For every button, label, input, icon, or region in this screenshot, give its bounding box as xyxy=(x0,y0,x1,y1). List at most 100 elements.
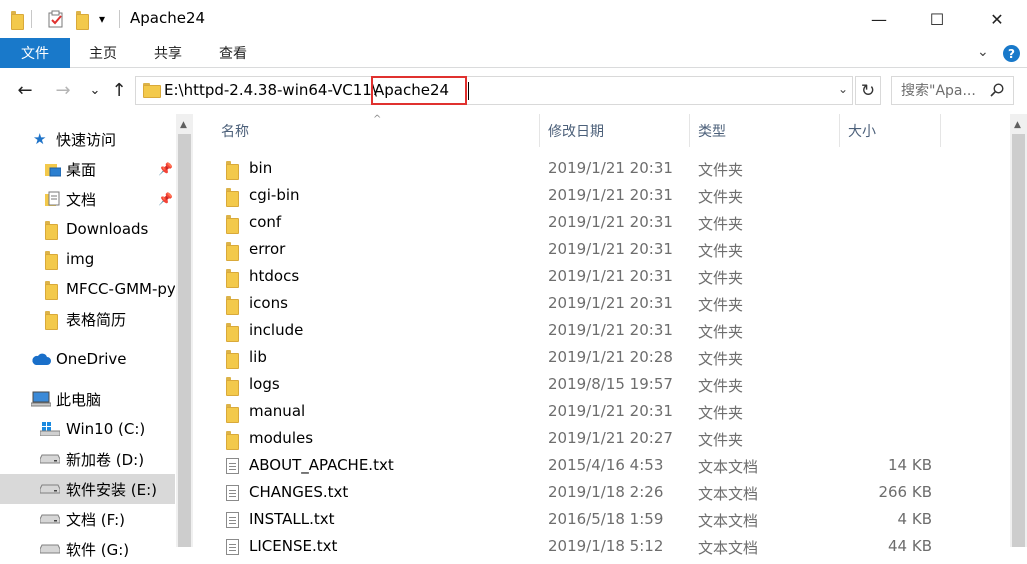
scroll-up-icon[interactable]: ▲ xyxy=(180,120,187,130)
file-name: modules xyxy=(249,429,314,447)
column-header-size[interactable]: 大小 xyxy=(848,114,938,147)
file-type: 文件夹 xyxy=(698,431,744,449)
column-divider[interactable] xyxy=(940,114,941,147)
address-dropdown-icon[interactable]: ⌄ xyxy=(838,82,848,96)
table-row[interactable]: bin 2019/1/21 20:31 文件夹 xyxy=(193,155,1027,182)
ribbon-expand-button[interactable]: ⌄ xyxy=(977,44,989,60)
text-file-icon xyxy=(226,512,239,528)
file-list-scrollbar[interactable]: ▲ xyxy=(1010,114,1027,547)
ribbon-tabs: 文件 主页 共享 查看 ⌄ ? xyxy=(0,38,1027,68)
sidebar-item-drive-e[interactable]: 软件安装 (E:) xyxy=(0,474,175,504)
sidebar-item-downloads[interactable]: Downloads xyxy=(0,214,175,244)
folder-icon xyxy=(45,220,58,240)
sidebar-item-img[interactable]: img xyxy=(0,244,175,274)
minimize-button[interactable]: — xyxy=(856,0,902,38)
file-type: 文件夹 xyxy=(698,242,744,260)
properties-icon[interactable] xyxy=(48,9,64,29)
table-row[interactable]: error 2019/1/21 20:31 文件夹 xyxy=(193,236,1027,263)
file-type: 文本文档 xyxy=(698,458,759,476)
address-selection-highlight[interactable]: Apache24 xyxy=(371,76,467,105)
scrollbar-thumb[interactable] xyxy=(1012,134,1025,547)
sidebar-item-label: 软件 (G:) xyxy=(66,540,130,559)
table-row[interactable]: cgi-bin 2019/1/21 20:31 文件夹 xyxy=(193,182,1027,209)
sidebar-item-drive-f[interactable]: 文档 (F:) xyxy=(0,504,175,534)
file-date: 2019/1/21 20:31 xyxy=(548,213,673,231)
sidebar-item-label: 软件安装 (E:) xyxy=(66,480,158,499)
sidebar-item-label: img xyxy=(66,250,95,268)
tab-home[interactable]: 主页 xyxy=(74,38,132,68)
table-row[interactable]: CHANGES.txt 2019/1/18 2:26 文本文档 266 KB xyxy=(193,479,1027,506)
search-icon[interactable] xyxy=(990,83,1004,97)
refresh-button[interactable]: ↻ xyxy=(855,76,881,105)
scroll-up-icon[interactable]: ▲ xyxy=(1014,120,1021,130)
column-header-type[interactable]: 类型 xyxy=(698,114,838,147)
file-size: 14 KB xyxy=(888,456,932,474)
back-button[interactable]: ← xyxy=(14,79,36,101)
text-file-icon xyxy=(226,458,239,474)
file-type: 文件夹 xyxy=(698,404,744,422)
sidebar-item-mfcc[interactable]: MFCC-GMM-py xyxy=(0,274,175,304)
text-file-icon xyxy=(226,485,239,501)
sidebar-item-label: 此电脑 xyxy=(56,390,102,409)
help-icon[interactable]: ? xyxy=(1003,45,1020,62)
title-divider xyxy=(31,10,32,28)
column-header-name[interactable]: 名称 xyxy=(221,114,539,147)
column-header-date[interactable]: 修改日期 xyxy=(548,114,688,147)
table-row[interactable]: manual 2019/1/21 20:31 文件夹 xyxy=(193,398,1027,425)
file-type: 文件夹 xyxy=(698,188,744,206)
sidebar-item-onedrive[interactable]: OneDrive xyxy=(0,344,175,374)
title-divider-2 xyxy=(119,10,120,28)
maximize-button[interactable]: ☐ xyxy=(914,0,960,38)
folder-icon xyxy=(45,280,58,300)
address-bar[interactable]: E:\httpd-2.4.38-win64-VC11\ Apache24 ⌄ xyxy=(135,76,853,105)
new-folder-icon[interactable] xyxy=(76,9,89,30)
search-input[interactable] xyxy=(892,77,988,104)
sidebar-item-resume[interactable]: 表格简历 xyxy=(0,304,175,334)
address-path-prefix[interactable]: E:\httpd-2.4.38-win64-VC11\ xyxy=(164,81,377,99)
tab-file[interactable]: 文件 xyxy=(0,38,70,68)
table-row[interactable]: conf 2019/1/21 20:31 文件夹 xyxy=(193,209,1027,236)
scrollbar-thumb[interactable] xyxy=(178,134,191,547)
pin-icon[interactable]: 📌 xyxy=(158,192,173,206)
table-row[interactable]: lib 2019/1/21 20:28 文件夹 xyxy=(193,344,1027,371)
file-date: 2019/1/21 20:31 xyxy=(548,267,673,285)
file-type: 文本文档 xyxy=(698,485,759,503)
sidebar-item-label: 文档 xyxy=(66,190,97,209)
sidebar-scrollbar[interactable]: ▲ xyxy=(176,114,193,547)
sidebar-item-drive-d[interactable]: 新加卷 (D:) xyxy=(0,444,175,474)
table-row[interactable]: include 2019/1/21 20:31 文件夹 xyxy=(193,317,1027,344)
column-divider[interactable] xyxy=(539,114,540,147)
folder-icon xyxy=(226,161,239,182)
pin-icon[interactable]: 📌 xyxy=(158,162,173,176)
sidebar-item-drive-c[interactable]: Win10 (C:) xyxy=(0,414,175,444)
file-name: cgi-bin xyxy=(249,186,300,204)
tab-view[interactable]: 查看 xyxy=(203,38,263,68)
file-name: icons xyxy=(249,294,288,312)
sidebar-item-drive-g[interactable]: 软件 (G:) xyxy=(0,534,175,564)
sidebar-item-label: 新加卷 (D:) xyxy=(66,450,145,469)
table-row[interactable]: ABOUT_APACHE.txt 2015/4/16 4:53 文本文档 14 KB xyxy=(193,452,1027,479)
table-row[interactable]: INSTALL.txt 2016/5/18 1:59 文本文档 4 KB xyxy=(193,506,1027,533)
sidebar-item-this-pc[interactable]: 此电脑 xyxy=(0,384,175,414)
sidebar-item-quick-access[interactable]: ★ 快速访问 xyxy=(0,124,175,154)
forward-button[interactable]: → xyxy=(52,79,74,101)
column-divider[interactable] xyxy=(839,114,840,147)
recent-locations-button[interactable]: ⌄ xyxy=(84,79,106,101)
sidebar-item-documents[interactable]: 文档 📌 xyxy=(0,184,175,214)
table-row[interactable]: icons 2019/1/21 20:31 文件夹 xyxy=(193,290,1027,317)
table-row[interactable]: modules 2019/1/21 20:27 文件夹 xyxy=(193,425,1027,452)
column-divider[interactable] xyxy=(689,114,690,147)
sidebar-item-desktop[interactable]: 桌面 📌 xyxy=(0,154,175,184)
close-button[interactable]: ✕ xyxy=(974,0,1020,38)
quick-access-dropdown[interactable]: ▾ xyxy=(99,9,105,29)
up-button[interactable]: ↑ xyxy=(108,79,130,101)
drive-icon xyxy=(40,454,60,464)
folder-icon xyxy=(226,431,239,452)
table-row[interactable]: logs 2019/8/15 19:57 文件夹 xyxy=(193,371,1027,398)
file-size: 44 KB xyxy=(888,537,932,555)
table-row[interactable]: htdocs 2019/1/21 20:31 文件夹 xyxy=(193,263,1027,290)
search-box[interactable] xyxy=(891,76,1014,105)
file-date: 2016/5/18 1:59 xyxy=(548,510,664,528)
tab-share[interactable]: 共享 xyxy=(138,38,198,68)
folder-icon xyxy=(226,350,239,371)
